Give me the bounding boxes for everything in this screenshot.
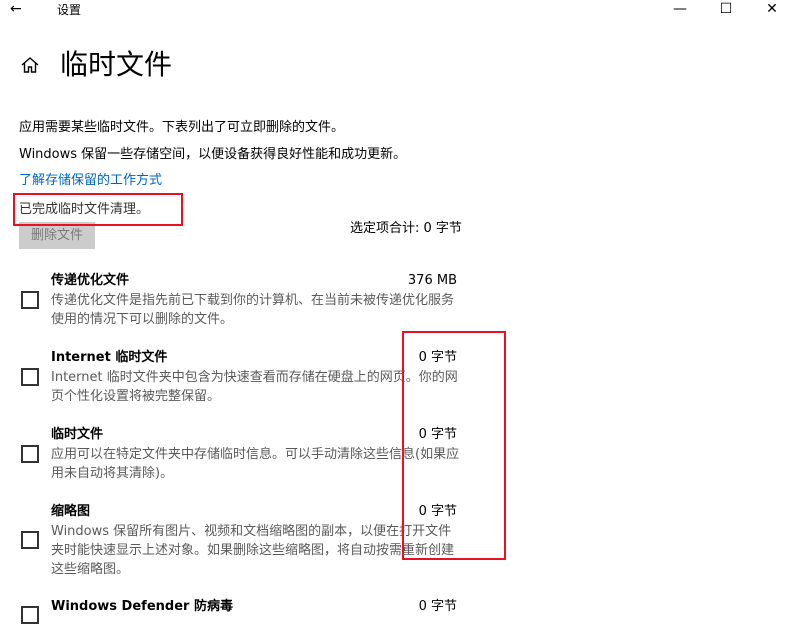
category-size: 0 字节 xyxy=(418,350,457,365)
category-size: 0 字节 xyxy=(418,599,457,614)
page-title: 临时文件 xyxy=(60,48,173,81)
intro-description: 应用需要某些临时文件。下表列出了可立即删除的文件。 xyxy=(19,120,345,135)
category-size: 0 字节 xyxy=(418,504,457,519)
category-description: Windows 保留所有图片、视频和文档缩略图的副本，以便在打开文件夹时能快速显… xyxy=(51,524,455,577)
category-name: 缩略图 xyxy=(51,504,91,519)
maximize-button[interactable]: ☐ xyxy=(706,0,746,20)
cleanup-status-text: 已完成临时文件清理。 xyxy=(19,202,150,217)
storage-reserve-link[interactable]: 了解存储保留的工作方式 xyxy=(19,172,162,190)
minimize-button[interactable]: — xyxy=(660,0,700,20)
category-name: 传递优化文件 xyxy=(51,273,130,288)
checkbox[interactable] xyxy=(21,531,39,549)
checkbox[interactable] xyxy=(21,368,39,386)
storage-reserve-description: Windows 保留一些存储空间，以便设备获得良好性能和成功更新。 xyxy=(19,147,407,162)
app-title: 设置 xyxy=(57,3,82,17)
selected-total-size: 选定项合计: 0 字节 xyxy=(350,221,462,236)
category-name: 临时文件 xyxy=(51,427,104,442)
category-size: 376 MB xyxy=(407,273,457,288)
category-name: Windows Defender 防病毒 xyxy=(51,599,233,614)
delete-files-button[interactable]: 删除文件 xyxy=(19,222,95,249)
checkbox[interactable] xyxy=(21,291,39,309)
close-button[interactable]: ✕ xyxy=(752,0,789,20)
home-icon[interactable] xyxy=(20,55,40,75)
category-description: Internet 临时文件夹中包含为快速查看而存储在硬盘上的网页。你的网页个性化… xyxy=(51,370,458,404)
checkbox[interactable] xyxy=(21,606,39,624)
category-name: Internet 临时文件 xyxy=(51,350,168,365)
back-arrow-icon[interactable]: ← xyxy=(10,0,22,18)
category-size: 0 字节 xyxy=(418,427,457,442)
category-description: 传递优化文件是指先前已下载到你的计算机、在当前未被传递优化服务使用的情况下可以删… xyxy=(51,293,455,327)
category-description: 应用可以在特定文件夹中存储临时信息。可以手动清除这些信息(如果应用未自动将其清除… xyxy=(51,447,460,481)
title-bar: ← 设置 — ☐ ✕ xyxy=(0,0,789,20)
checkbox[interactable] xyxy=(21,445,39,463)
